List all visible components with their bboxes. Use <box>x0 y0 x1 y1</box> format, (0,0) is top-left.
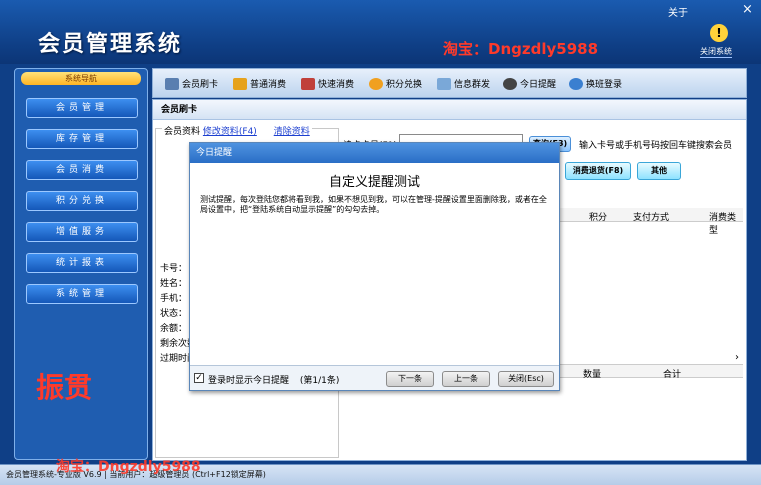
other-button[interactable]: 其他 <box>637 162 681 180</box>
toolbar-label: 今日提醒 <box>520 80 557 90</box>
app-header: 会员管理系统 淘宝：Dngzdly5988 关于 × ! 关闭系统 <box>0 0 761 64</box>
sidebar-item-member-management[interactable]: 会员管理 <box>26 98 138 118</box>
status-label: 状态： <box>160 309 188 319</box>
toolbar-label: 普通消费 <box>250 80 287 90</box>
shop-watermark: 淘宝：Dngzdly5988 <box>443 40 599 58</box>
bottom-watermark: 淘宝：Dngzdly5988 <box>56 459 201 475</box>
warning-icon[interactable]: ! <box>710 24 728 42</box>
prev-button[interactable]: 上一条 <box>442 371 490 387</box>
toolbar-label: 会员刷卡 <box>182 80 219 90</box>
toolbar-card-swipe[interactable]: 会员刷卡 <box>165 77 218 90</box>
name-label: 姓名： <box>160 279 188 289</box>
dialog-body: 自定义提醒测试 测试提醒，每次登陆您都将看到我，如果不想见到我，可以在管理-提醒… <box>190 163 559 366</box>
balance-label: 余额： <box>160 324 188 334</box>
toolbar-mass-message[interactable]: 信息群发 <box>437 77 490 90</box>
toolbar-fast-consume[interactable]: 快速消费 <box>301 77 354 90</box>
sidebar-item-points-exchange[interactable]: 积分兑换 <box>26 191 138 211</box>
card-number-label: 卡号： <box>160 264 188 274</box>
dialog-close-button[interactable]: 关闭(Esc) <box>498 371 554 387</box>
sidebar-item-system-management[interactable]: 系统管理 <box>26 284 138 304</box>
dialog-message: 测试提醒，每次登陆您都将看到我，如果不想见到我，可以在管理-提醒设置里面删除我，… <box>200 195 547 214</box>
points-icon <box>369 77 383 90</box>
show-reminder-checkbox[interactable]: ✓ <box>194 373 204 383</box>
toolbar-shift-login[interactable]: 换班登录 <box>569 77 622 90</box>
close-system-button[interactable]: 关闭系统 <box>700 46 732 58</box>
toolbar: 会员刷卡 普通消费 快速消费 积分兑换 信息群发 今日提醒 换班登录 <box>152 68 747 98</box>
toolbar-points-exchange[interactable]: 积分兑换 <box>369 77 422 90</box>
sidebar-item-value-added[interactable]: 增值服务 <box>26 222 138 242</box>
dialog-title: 今日提醒 <box>190 143 559 163</box>
show-reminder-label: 登录时显示今日提醒 (第1/1条) <box>208 373 339 386</box>
next-button[interactable]: 下一条 <box>386 371 434 387</box>
member-info-legend: 会员资料 修改资料(F4) 清除资料 <box>162 124 312 137</box>
sidebar-item-inventory-management[interactable]: 库存管理 <box>26 129 138 149</box>
grid-header-points: 积分 <box>589 213 608 223</box>
search-hint: 输入卡号或手机号码按回车键搜索会员 <box>579 141 733 151</box>
about-link[interactable]: 关于 <box>668 4 688 19</box>
clock-icon <box>503 77 517 90</box>
switch-icon <box>569 77 583 90</box>
reminder-counter: (第1/1条) <box>299 376 340 386</box>
edit-member-link[interactable]: 修改资料(F4) <box>203 127 257 137</box>
mail-icon <box>437 77 451 90</box>
grid-header-payment: 支付方式 <box>633 213 670 223</box>
sidebar-item-statistics[interactable]: 统计报表 <box>26 253 138 273</box>
grid-header-total: 合计 <box>663 370 682 380</box>
refund-button[interactable]: 消费退货(F8) <box>565 162 631 180</box>
dialog-heading: 自定义提醒测试 <box>328 175 420 190</box>
page-title: 会员刷卡 <box>153 100 746 120</box>
grid-header-type: 消费类型 <box>709 213 737 236</box>
card-icon <box>165 77 179 90</box>
grid-header-quantity: 数量 <box>583 370 602 380</box>
toolbar-label: 换班登录 <box>586 80 623 90</box>
checkbox-label-text: 登录时显示今日提醒 <box>208 376 290 386</box>
toolbar-today-reminder[interactable]: 今日提醒 <box>503 77 556 90</box>
toolbar-normal-consume[interactable]: 普通消费 <box>233 77 286 90</box>
window-close-icon[interactable]: × <box>742 2 753 17</box>
dialog-footer: ✓ 登录时显示今日提醒 (第1/1条) 下一条 上一条 关闭(Esc) <box>190 367 559 391</box>
member-info-label: 会员资料 <box>164 127 201 137</box>
brand-watermark: 振贯 <box>36 371 93 404</box>
toolbar-label: 信息群发 <box>454 80 491 90</box>
fast-icon <box>301 77 315 90</box>
sidebar-heading: 系统导航 <box>21 72 141 85</box>
phone-label: 手机： <box>160 294 188 304</box>
app-title: 会员管理系统 <box>38 31 183 57</box>
reminder-dialog: 今日提醒 自定义提醒测试 测试提醒，每次登陆您都将看到我，如果不想见到我，可以在… <box>189 142 560 391</box>
scroll-right-icon[interactable]: › <box>735 352 739 363</box>
sidebar-item-member-consumption[interactable]: 会员消费 <box>26 160 138 180</box>
toolbar-label: 积分兑换 <box>386 80 423 90</box>
clear-member-link[interactable]: 清除资料 <box>274 127 310 137</box>
cash-icon <box>233 77 247 90</box>
toolbar-label: 快速消费 <box>318 80 355 90</box>
